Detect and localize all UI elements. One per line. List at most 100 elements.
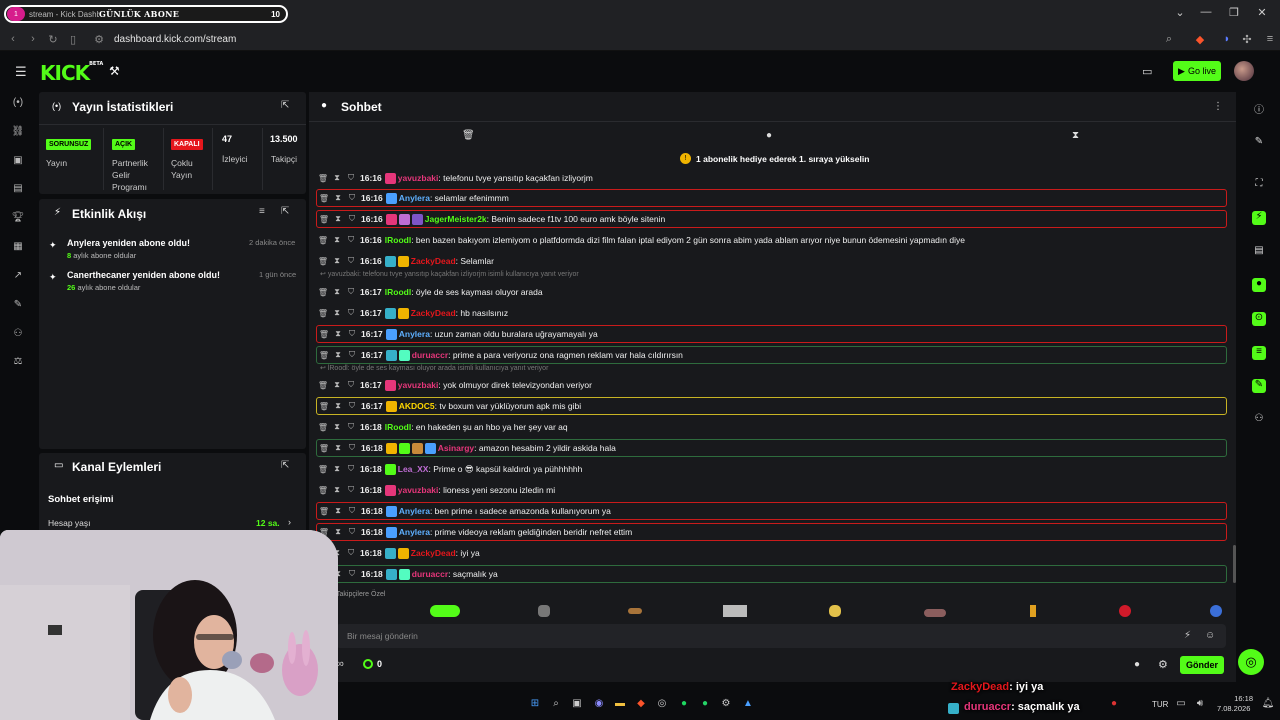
hammer-icon[interactable]: ⚒ bbox=[109, 64, 120, 78]
start-icon[interactable]: ⊞ bbox=[528, 698, 542, 712]
chat-message[interactable]: 🗑︎ ⧗ ⛉ 16:17 Anylera: uzun zaman oldu burala… bbox=[316, 325, 1227, 343]
trash-icon[interactable]: 🗑︎ bbox=[316, 257, 330, 266]
shield-icon[interactable]: ⛉ bbox=[345, 350, 359, 360]
kick-logo[interactable]: KICKBETA bbox=[40, 61, 103, 85]
shield-icon[interactable]: ⛉ bbox=[344, 287, 358, 297]
settings-gear-icon[interactable]: ⚙ bbox=[1158, 658, 1168, 671]
trash-icon[interactable]: 🗑︎ bbox=[316, 288, 330, 297]
hourglass-icon[interactable]: ⧗ bbox=[330, 256, 344, 266]
emote[interactable] bbox=[924, 609, 946, 617]
trash-icon[interactable]: 🗑︎ bbox=[316, 381, 330, 390]
shield-icon[interactable]: ⛉ bbox=[344, 235, 358, 245]
hourglass-icon[interactable]: ⧗ bbox=[331, 443, 345, 453]
hamburger-menu-icon[interactable]: ☰ bbox=[15, 64, 27, 80]
rail-moderation-icon[interactable]: ⚖ bbox=[11, 356, 25, 370]
rail-users-icon[interactable]: ⚇ bbox=[11, 328, 25, 342]
chat-scrollbar[interactable] bbox=[1233, 545, 1236, 583]
shield-icon[interactable]: ⛉ bbox=[345, 193, 359, 203]
shield-icon[interactable]: ⛉ bbox=[344, 548, 358, 558]
chat-more-icon[interactable]: ⋮ bbox=[1213, 101, 1223, 112]
hourglass-icon[interactable]: ⧗ bbox=[330, 380, 344, 390]
message-username[interactable]: Anylera bbox=[399, 506, 430, 516]
filter-icon[interactable]: ≡ bbox=[259, 206, 265, 217]
hourglass-icon[interactable]: ⧗ bbox=[330, 422, 344, 432]
shield-icon[interactable]: ⛉ bbox=[344, 485, 358, 495]
shield-icon[interactable]: ⛉ bbox=[344, 380, 358, 390]
rail-media-icon[interactable]: ▦ bbox=[11, 241, 25, 255]
message-input[interactable] bbox=[336, 624, 1226, 648]
emote[interactable] bbox=[430, 605, 460, 617]
message-username[interactable]: ZackyDead bbox=[411, 548, 456, 558]
emote[interactable] bbox=[1030, 605, 1036, 617]
wrench-icon[interactable]: ✎ bbox=[1252, 379, 1266, 393]
chat-bubble-icon[interactable]: ● bbox=[1134, 659, 1140, 670]
brave-shield-icon[interactable]: ◆ bbox=[1192, 33, 1208, 46]
users-icon[interactable]: ⚇ bbox=[1252, 413, 1266, 427]
trash-icon[interactable]: 🗑︎ bbox=[316, 423, 330, 432]
hourglass-icon[interactable]: ⧗ bbox=[331, 527, 345, 537]
rail-stream-icon[interactable]: (•) bbox=[11, 97, 25, 111]
minimize-icon[interactable]: — bbox=[1196, 6, 1216, 18]
hourglass-icon[interactable]: ⧗ bbox=[1072, 130, 1079, 141]
chat-message[interactable]: 🗑︎ ⧗ ⛉ 16:17 ZackyDead: hb nasılsınız bbox=[316, 304, 1227, 322]
hourglass-icon[interactable]: ⧗ bbox=[331, 193, 345, 203]
app-icon[interactable]: ◎ bbox=[655, 698, 669, 712]
trash-icon[interactable]: 🗑︎ bbox=[317, 330, 331, 339]
message-username[interactable]: Lea_XX bbox=[398, 464, 429, 474]
rail-video-icon[interactable]: ▣ bbox=[11, 155, 25, 169]
brave-icon[interactable]: ◆ bbox=[634, 698, 648, 712]
leo-ai-icon[interactable]: ◗ bbox=[1219, 33, 1235, 45]
chat-message[interactable]: 🗑︎ ⧗ ⛉ 16:18 Asinargy: amazon hesabim 2 yild… bbox=[316, 439, 1227, 457]
broadcast-icon[interactable]: ⊙ bbox=[1252, 312, 1266, 326]
close-window-icon[interactable]: ✕ bbox=[1252, 6, 1272, 19]
trash-icon[interactable]: 🗑︎ bbox=[317, 194, 331, 203]
extensions-icon[interactable]: ✣ bbox=[1239, 33, 1255, 46]
menu-icon[interactable]: ≡ bbox=[1262, 33, 1278, 45]
chat-message[interactable]: 🗑︎ ⧗ ⛉ 16:16 Anylera: selamlar efenimmm bbox=[316, 189, 1227, 207]
expand-icon[interactable]: ⛶ bbox=[1252, 178, 1266, 192]
message-username[interactable]: ZackyDead bbox=[411, 308, 456, 318]
hourglass-icon[interactable]: ⧗ bbox=[330, 464, 344, 474]
hourglass-icon[interactable]: ⧗ bbox=[330, 287, 344, 297]
message-username[interactable]: lRoodl bbox=[385, 287, 411, 297]
clock-time[interactable]: 16:18 bbox=[1231, 694, 1253, 703]
message-username[interactable]: yavuzbaki bbox=[398, 380, 439, 390]
photos-icon[interactable]: ▲ bbox=[741, 698, 755, 712]
maximize-icon[interactable]: ❐ bbox=[1224, 6, 1244, 19]
notification-icon[interactable]: 🔔︎ bbox=[1261, 698, 1275, 712]
emote[interactable] bbox=[628, 608, 642, 614]
chat-message[interactable]: 🗑︎ ⧗ ⛉ 16:17 lRoodl: öyle de ses kayması olu… bbox=[316, 283, 1227, 301]
message-username[interactable]: duruaccr bbox=[412, 569, 448, 579]
message-username[interactable]: ZackyDead bbox=[411, 256, 456, 266]
document-icon[interactable]: ▤ bbox=[1252, 245, 1266, 259]
shield-icon[interactable]: ⛉ bbox=[345, 569, 359, 579]
bookmark-icon[interactable]: ▯ bbox=[66, 33, 80, 46]
volume-icon[interactable]: 🔊︎ bbox=[1193, 698, 1207, 712]
clock-date[interactable]: 7.08.2026 bbox=[1217, 704, 1250, 713]
url-field[interactable]: dashboard.kick.com/stream bbox=[114, 34, 236, 45]
chat-message[interactable]: 🗑︎ ⧗ ⛉ 16:18 yavuzbaki: lioness yeni sezonu … bbox=[316, 481, 1227, 499]
chat-panel-toggle-icon[interactable]: ● bbox=[1252, 278, 1266, 292]
popout-icon[interactable]: ⇱ bbox=[281, 206, 289, 217]
chat-filter-icon[interactable]: ● bbox=[766, 130, 772, 141]
message-username[interactable]: Anylera bbox=[399, 193, 430, 203]
emote-picker-icon[interactable]: ⚡ bbox=[1184, 630, 1191, 641]
shield-icon[interactable]: ⛉ bbox=[344, 173, 358, 183]
hourglass-icon[interactable]: ⧗ bbox=[330, 308, 344, 318]
trash-icon[interactable]: 🗑︎ bbox=[316, 486, 330, 495]
trash-icon[interactable]: 🗑︎ bbox=[316, 309, 330, 318]
account-age-value[interactable]: 12 sa. bbox=[256, 518, 280, 528]
emote[interactable] bbox=[723, 605, 747, 617]
chat-message[interactable]: 🗑︎ ⧗ ⛉ 16:16 lRoodl: ben bazen bakıyom izlem… bbox=[316, 231, 1227, 249]
spotify-icon[interactable]: ● bbox=[677, 698, 691, 712]
info-icon[interactable]: ⓘ bbox=[1252, 101, 1266, 116]
emote[interactable] bbox=[538, 605, 550, 617]
message-username[interactable]: JagerMeister2k bbox=[425, 214, 487, 224]
back-icon[interactable]: ‹ bbox=[6, 33, 20, 45]
send-button[interactable]: Gönder bbox=[1180, 656, 1224, 674]
shield-icon[interactable]: ⛉ bbox=[344, 308, 358, 318]
go-live-button[interactable]: ▶ Go live bbox=[1173, 61, 1221, 81]
shield-icon[interactable]: ⛉ bbox=[345, 214, 359, 224]
trash-icon[interactable]: 🗑︎ bbox=[317, 507, 331, 516]
hourglass-icon[interactable]: ⧗ bbox=[331, 214, 345, 224]
